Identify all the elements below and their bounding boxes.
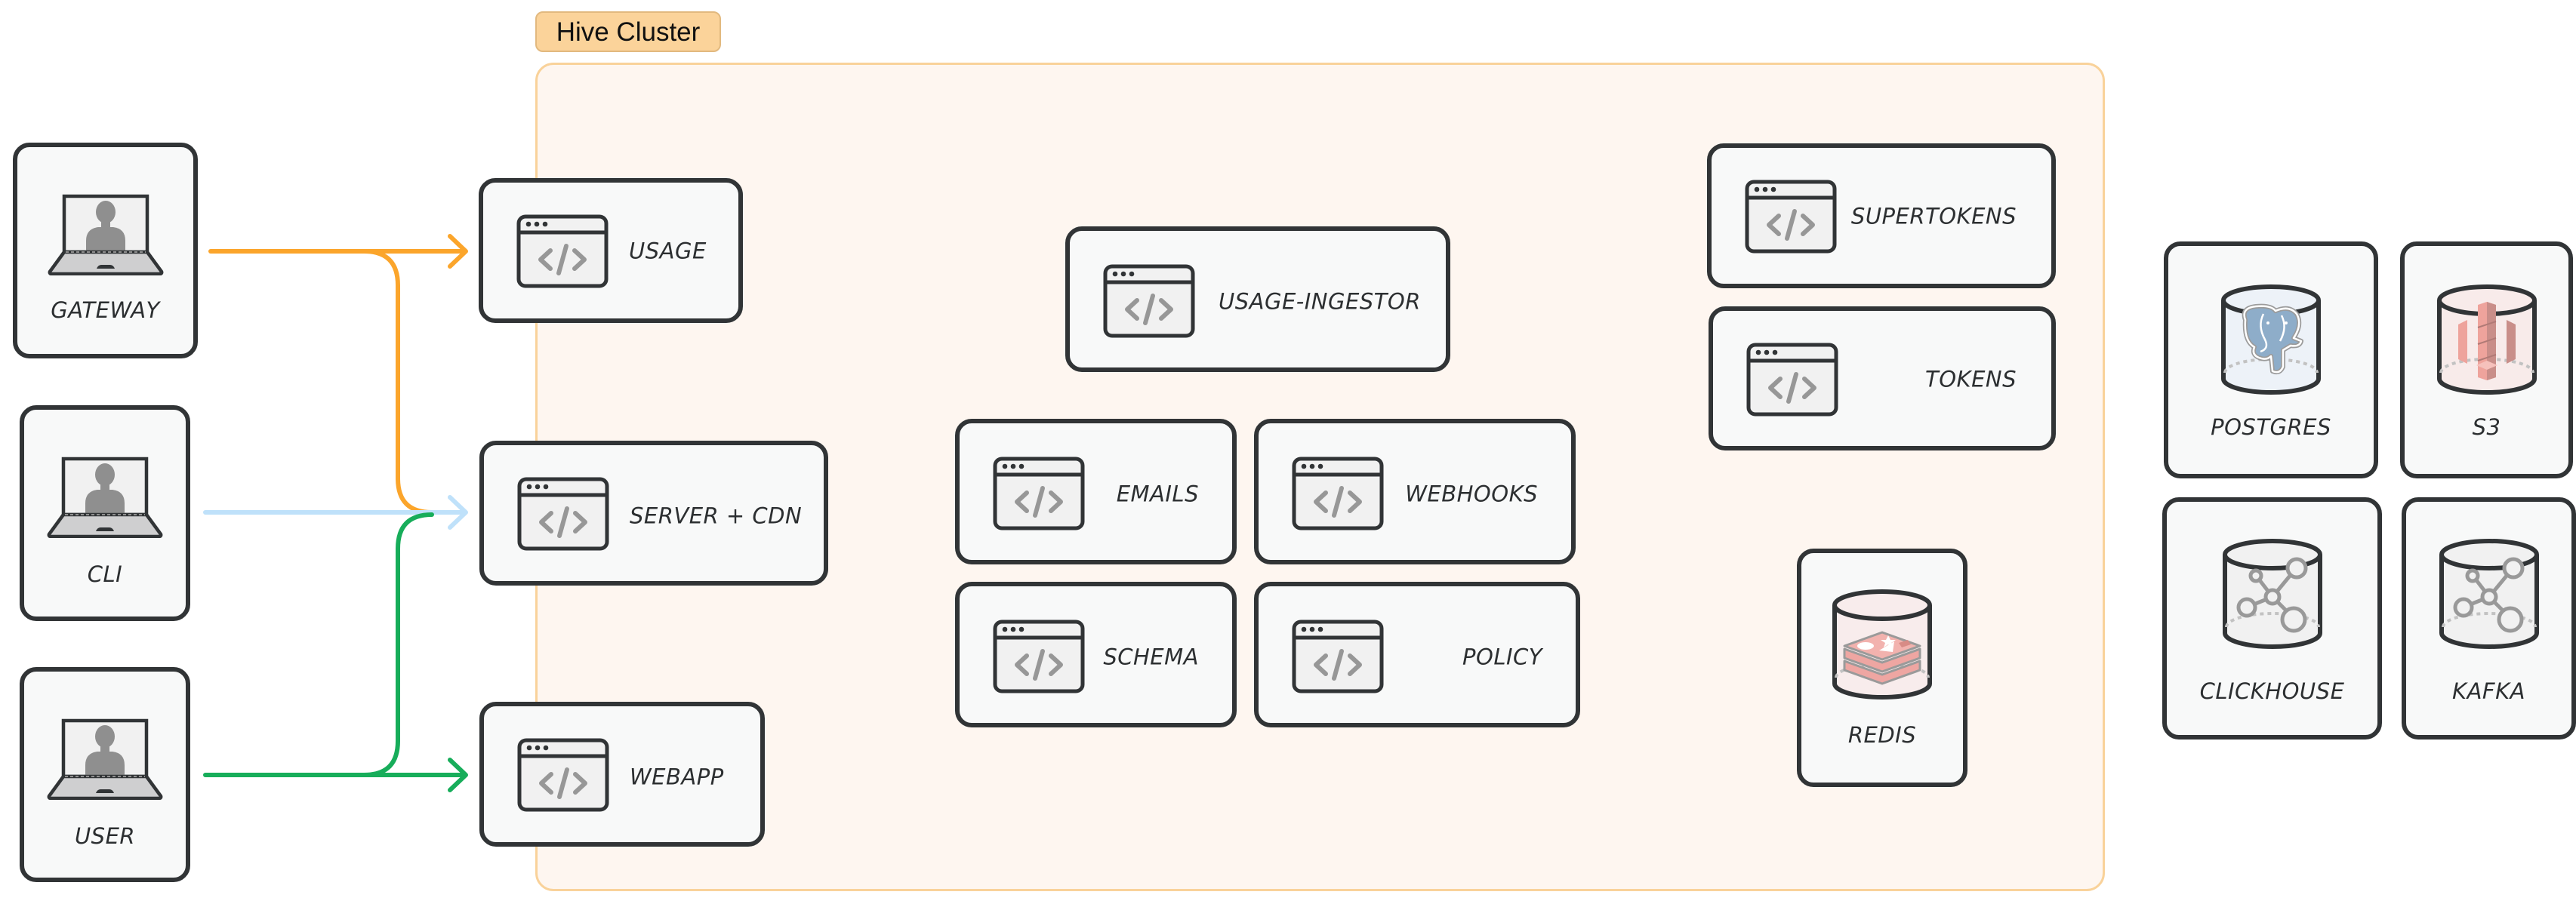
browser-code-icon <box>517 738 609 812</box>
service-supertokens[interactable]: SUPERTOKENS <box>1707 143 2056 288</box>
service-usage[interactable]: USAGE <box>479 178 743 323</box>
service-label: WEBHOOKS <box>1405 481 1538 507</box>
service-label: USAGE-INGESTOR <box>1219 288 1421 315</box>
browser-code-icon <box>1103 264 1195 338</box>
connector-gateway-server <box>362 249 434 515</box>
datastore-postgres[interactable]: POSTGRES <box>2164 241 2378 478</box>
service-label: SCHEMA <box>1103 644 1199 670</box>
service-policy[interactable]: POLICY <box>1254 582 1580 727</box>
datastore-label: REDIS <box>1847 722 1917 748</box>
arrowhead-webapp <box>448 758 468 792</box>
service-tokens[interactable]: TOKENS <box>1709 306 2056 450</box>
client-gateway[interactable]: GATEWAY <box>13 143 198 358</box>
datastore-s3[interactable]: S3 <box>2400 241 2573 478</box>
service-label: SERVER + CDN <box>630 503 803 529</box>
client-user[interactable]: USER <box>20 667 190 882</box>
service-label: TOKENS <box>1925 366 2017 392</box>
client-label: USER <box>74 823 136 849</box>
client-label: CLI <box>87 561 123 587</box>
datastore-label: CLICKHOUSE <box>2199 678 2345 704</box>
network-database-icon <box>2438 537 2541 651</box>
hive-cluster-label: Hive Cluster <box>535 11 721 52</box>
datastore-redis[interactable]: REDIS <box>1797 549 1967 787</box>
service-label: WEBAPP <box>630 764 724 790</box>
laptop-user-icon <box>47 194 165 275</box>
service-label: USAGE <box>629 238 707 264</box>
s3-bucket-icon <box>2436 282 2538 397</box>
network-database-icon <box>2221 537 2324 651</box>
service-webapp[interactable]: WEBAPP <box>479 702 765 847</box>
browser-code-icon <box>517 477 609 551</box>
browser-code-icon <box>1292 620 1384 693</box>
browser-code-icon <box>1745 180 1837 254</box>
datastore-label: POSTGRES <box>2211 414 2331 440</box>
service-label: SUPERTOKENS <box>1850 203 2017 229</box>
browser-code-icon <box>1746 343 1838 417</box>
arrowhead-usage <box>448 234 468 269</box>
postgres-database-icon <box>2220 282 2322 397</box>
datastore-label: S3 <box>2472 414 2501 440</box>
laptop-user-icon <box>46 718 164 800</box>
service-schema[interactable]: SCHEMA <box>955 582 1237 727</box>
browser-code-icon <box>1292 457 1384 530</box>
browser-code-icon <box>516 214 609 288</box>
service-usage-ingestor[interactable]: USAGE-INGESTOR <box>1065 226 1450 372</box>
browser-code-icon <box>993 457 1085 530</box>
browser-code-icon <box>993 620 1085 693</box>
client-label: GATEWAY <box>51 297 160 323</box>
datastore-kafka[interactable]: KAFKA <box>2402 497 2576 739</box>
laptop-user-icon <box>46 457 164 538</box>
service-webhooks[interactable]: WEBHOOKS <box>1254 419 1576 564</box>
service-emails[interactable]: EMAILS <box>955 419 1237 564</box>
service-label: POLICY <box>1462 644 1542 670</box>
client-cli[interactable]: CLI <box>20 405 190 621</box>
redis-database-icon <box>1831 587 1934 702</box>
datastore-label: KAFKA <box>2452 678 2525 704</box>
datastore-clickhouse[interactable]: CLICKHOUSE <box>2162 497 2382 739</box>
connector-user-server <box>362 512 434 777</box>
service-server-cdn[interactable]: SERVER + CDN <box>479 441 828 586</box>
arrowhead-server <box>448 495 468 530</box>
service-label: EMAILS <box>1116 481 1199 507</box>
